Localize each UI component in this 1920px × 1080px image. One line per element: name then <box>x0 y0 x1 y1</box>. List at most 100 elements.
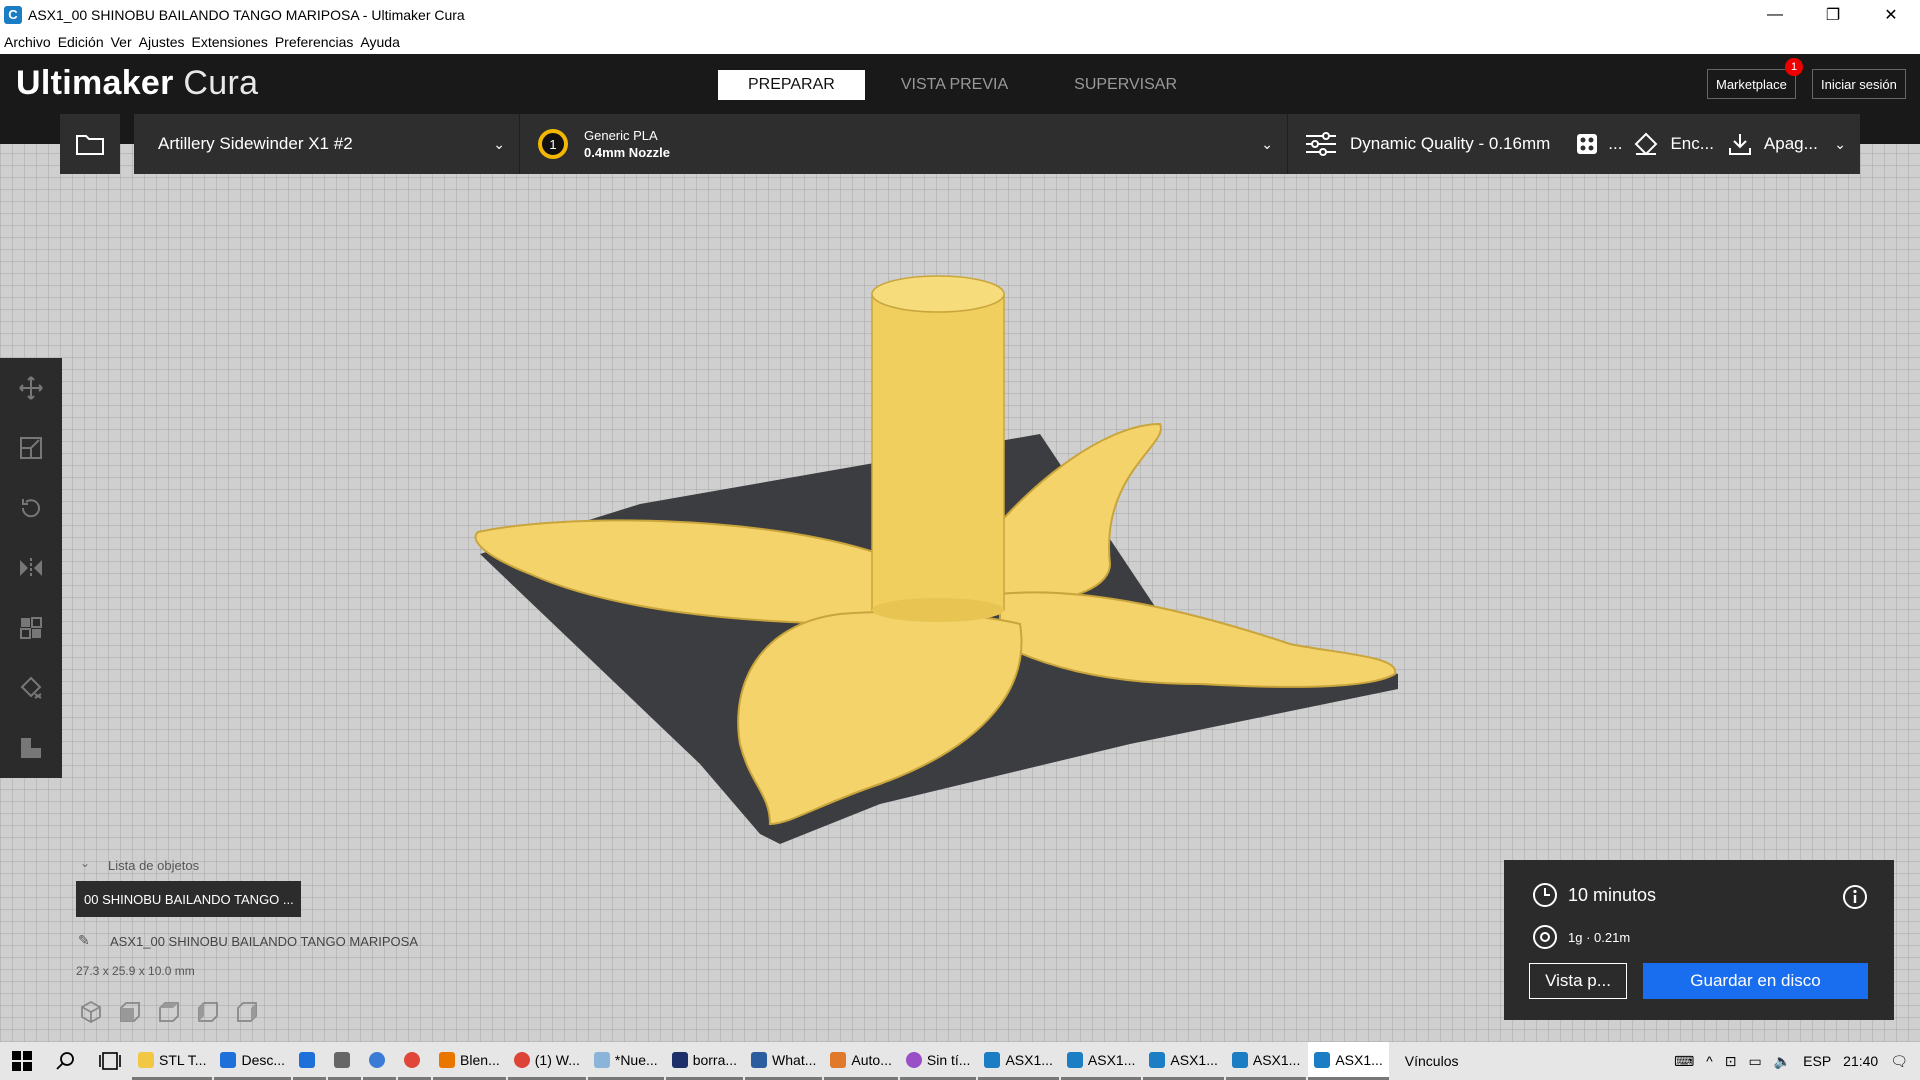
cura-icon <box>984 1051 1001 1068</box>
taskbar-app-circle[interactable] <box>363 1042 397 1080</box>
pencil-icon[interactable]: ✎ <box>78 932 90 949</box>
per-model-settings-icon <box>20 617 42 639</box>
view-right-button[interactable] <box>232 998 262 1026</box>
taskbar-app-label: Desc... <box>241 1051 286 1068</box>
view-3d-button[interactable] <box>76 998 106 1026</box>
mirror-tool[interactable] <box>0 538 62 598</box>
model-cylinder-body[interactable] <box>871 293 1005 611</box>
taskbar-app-autodesk[interactable]: Auto... <box>824 1042 898 1080</box>
model-cylinder-top[interactable] <box>871 275 1005 313</box>
system-tray: ⌨ ^ ⊡ ▭ 🔈 ESP 21:40 🗨 <box>1674 1042 1920 1080</box>
taskbar-app-cura-3[interactable]: ASX1... <box>1143 1042 1224 1080</box>
lay-flat-tool[interactable] <box>0 718 62 778</box>
menu-preferencias[interactable]: Preferencias <box>275 34 354 50</box>
cura-icon <box>1066 1051 1083 1068</box>
chevron-down-icon: ⌄ <box>1261 136 1273 152</box>
taskbar-app-0[interactable]: STL T... <box>132 1042 213 1080</box>
notifications-icon[interactable]: 🗨 <box>1890 1053 1908 1070</box>
preview-button[interactable]: Vista p... <box>1529 963 1627 999</box>
tab-preparar[interactable]: PREPARAR <box>718 70 865 100</box>
taskbar-app-mail[interactable] <box>293 1042 327 1080</box>
printer-selector[interactable]: Artillery Sidewinder X1 #2 ⌄ <box>134 114 520 174</box>
taskbar-app-paint[interactable]: Sin tí... <box>899 1042 977 1080</box>
signin-button[interactable]: Iniciar sesión <box>1812 69 1906 99</box>
taskbar-app-cura-2[interactable]: ASX1... <box>1060 1042 1142 1080</box>
chevron-down-icon[interactable]: ⌄ <box>80 856 90 870</box>
support-icon <box>1577 134 1598 154</box>
material-usage: 1g · 0.21m <box>1568 929 1631 945</box>
rotate-tool[interactable] <box>0 478 62 538</box>
marketplace-button[interactable]: Marketplace <box>1707 69 1796 99</box>
taskbar-app-browser[interactable]: (1) W... <box>507 1042 586 1080</box>
cube-top-icon <box>159 1002 179 1022</box>
printer-settings-bar: Artillery Sidewinder X1 #2 ⌄ 1 Generic P… <box>134 114 1860 174</box>
menu-extensiones[interactable]: Extensiones <box>192 34 268 50</box>
language-indicator[interactable]: ESP <box>1803 1053 1831 1069</box>
start-button[interactable] <box>0 1042 44 1080</box>
taskbar-app-cura-4[interactable]: ASX1... <box>1225 1042 1307 1080</box>
task-view-button[interactable] <box>88 1042 132 1080</box>
rotate-icon <box>21 499 40 518</box>
tab-supervisar[interactable]: SUPERVISAR <box>1044 70 1207 100</box>
extra-value: Apag... <box>1763 134 1818 153</box>
taskbar-app-cura-1[interactable]: ASX1... <box>978 1042 1059 1080</box>
menu-ayuda[interactable]: Ayuda <box>360 34 399 50</box>
blender-icon <box>439 1051 456 1068</box>
image-icon <box>751 1051 768 1068</box>
cube-left-icon <box>198 1002 218 1022</box>
move-tool[interactable] <box>0 358 62 418</box>
network-icon[interactable]: ⊡ <box>1725 1053 1737 1070</box>
per-model-settings-tool[interactable] <box>0 598 62 658</box>
support-blocker-icon <box>20 676 42 699</box>
marketplace-badge: 1 <box>1785 58 1803 76</box>
scale-tool[interactable] <box>0 418 62 478</box>
clock[interactable]: 21:40 <box>1843 1053 1878 1069</box>
taskbar-app-calculator[interactable] <box>328 1042 362 1080</box>
object-list-toggle[interactable]: Lista de objetos <box>108 858 199 873</box>
notepad-icon <box>593 1051 610 1068</box>
taskbar-app-chrome[interactable] <box>398 1042 432 1080</box>
taskbar-app-1[interactable]: Desc... <box>214 1042 292 1080</box>
taskbar-app-photoshop[interactable]: borra... <box>665 1042 744 1080</box>
support-blocker-tool[interactable] <box>0 658 62 718</box>
maximize-button[interactable]: ❐ <box>1804 0 1862 29</box>
taskbar-app-blender[interactable]: Blen... <box>433 1042 506 1080</box>
move-icon <box>19 376 43 400</box>
view-top-button[interactable] <box>154 998 184 1026</box>
volume-icon[interactable]: 🔈 <box>1774 1053 1791 1070</box>
chevron-down-icon: ⌄ <box>1834 136 1846 152</box>
taskbar-app-notepad[interactable]: *Nue... <box>587 1042 664 1080</box>
download-icon <box>220 1051 237 1068</box>
object-list-item[interactable]: 00 SHINOBU BAILANDO TANGO ... <box>76 881 301 917</box>
object-name[interactable]: ASX1_00 SHINOBU BAILANDO TANGO MARIPOSA <box>110 934 418 949</box>
menu-edicion[interactable]: Edición <box>58 34 104 50</box>
battery-icon[interactable]: ▭ <box>1748 1053 1761 1070</box>
links-toolbar[interactable]: Vínculos <box>1405 1053 1459 1069</box>
open-file-button[interactable] <box>60 114 120 174</box>
cube-3d-icon <box>81 1000 101 1024</box>
keyboard-icon[interactable]: ⌨ <box>1674 1053 1694 1070</box>
tab-vista-previa[interactable]: VISTA PREVIA <box>871 70 1038 100</box>
chrome-icon <box>404 1051 421 1068</box>
menu-archivo[interactable]: Archivo <box>4 34 51 50</box>
minimize-button[interactable]: — <box>1746 0 1804 29</box>
task-view-icon <box>99 1052 121 1070</box>
adhesion-icon <box>1635 132 1658 156</box>
close-button[interactable]: ✕ <box>1862 0 1920 29</box>
search-button[interactable] <box>44 1042 88 1080</box>
menu-ver[interactable]: Ver <box>111 34 132 50</box>
chevron-up-icon[interactable]: ^ <box>1706 1053 1713 1069</box>
ultimaker-cura-logo: Ultimaker Cura <box>16 64 258 103</box>
save-to-disk-button[interactable]: Guardar en disco <box>1643 963 1868 999</box>
taskbar-app-label: (1) W... <box>534 1051 580 1068</box>
print-settings-selector[interactable]: Dynamic Quality - 0.16mm ... Enc... Apag… <box>1288 114 1860 174</box>
view-front-button[interactable] <box>115 998 145 1026</box>
menu-ajustes[interactable]: Ajustes <box>139 34 185 50</box>
print-details-button[interactable] <box>1842 884 1868 915</box>
view-left-button[interactable] <box>193 998 223 1026</box>
taskbar-app-photos[interactable]: What... <box>745 1042 823 1080</box>
material-selector[interactable]: 1 Generic PLA 0.4mm Nozzle ⌄ <box>520 114 1288 174</box>
taskbar-app-cura-5[interactable]: ASX1... <box>1308 1042 1389 1080</box>
extruder-badge-icon: 1 <box>538 129 568 159</box>
filament-spool-icon <box>1533 925 1557 949</box>
